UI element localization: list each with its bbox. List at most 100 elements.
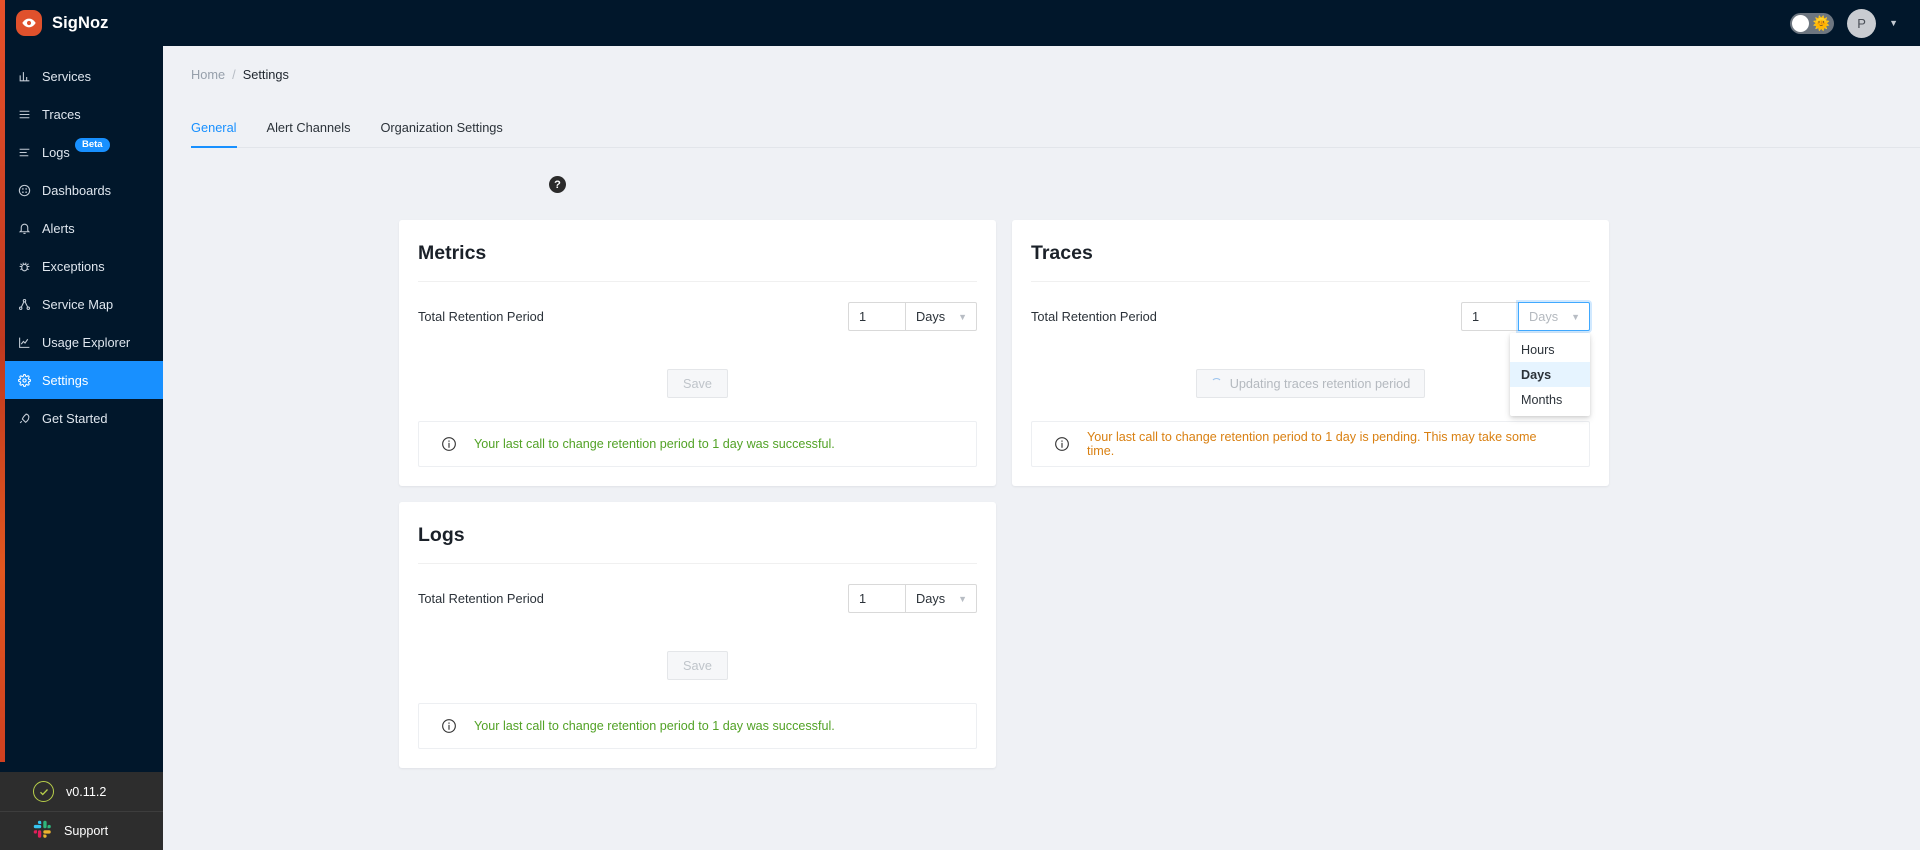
sun-icon: 🌞 xyxy=(1812,14,1831,31)
settings-tabs: General Alert Channels Organization Sett… xyxy=(191,120,1920,148)
sidebar-item-usage-explorer[interactable]: Usage Explorer xyxy=(0,323,163,361)
version-row[interactable]: v0.11.2 xyxy=(0,772,163,811)
bug-icon xyxy=(17,259,31,273)
retention-field-group: Days ▼ xyxy=(848,584,977,613)
retention-unit-dropdown: Hours Days Months xyxy=(1510,333,1590,416)
info-circle-icon xyxy=(441,436,457,452)
sidebar-item-exceptions[interactable]: Exceptions xyxy=(0,247,163,285)
brand-name: SigNoz xyxy=(52,13,109,32)
breadcrumb: Home / Settings xyxy=(163,46,1920,82)
chevron-down-icon: ▼ xyxy=(958,593,967,604)
retention-value-input[interactable] xyxy=(848,302,905,331)
log-lines-icon xyxy=(17,145,31,159)
alert-message: Your last call to change retention perio… xyxy=(474,437,835,451)
sidebar-item-alerts[interactable]: Alerts xyxy=(0,209,163,247)
card-title: Logs xyxy=(418,524,977,564)
chevron-down-icon[interactable]: ▼ xyxy=(1889,18,1898,28)
retention-unit-value: Days xyxy=(916,309,946,324)
left-accent-strip xyxy=(0,0,5,762)
retention-cards: Metrics Total Retention Period Days ▼ Sa… xyxy=(399,220,1609,768)
question-mark-icon[interactable]: ? xyxy=(549,176,566,193)
sidebar-item-dashboards[interactable]: Dashboards xyxy=(0,171,163,209)
theme-toggle[interactable]: 🌞 xyxy=(1790,12,1835,34)
sidebar-item-services[interactable]: Services xyxy=(0,57,163,95)
status-alert: Your last call to change retention perio… xyxy=(1031,421,1590,467)
brand[interactable]: SigNoz xyxy=(0,0,163,46)
sidebar-label: Exceptions xyxy=(42,258,105,274)
support-row[interactable]: Support xyxy=(0,811,163,850)
dropdown-option-hours[interactable]: Hours xyxy=(1510,337,1590,362)
avatar-initial: P xyxy=(1857,15,1866,31)
updating-button-label: Updating traces retention period xyxy=(1229,376,1411,391)
breadcrumb-current: Settings xyxy=(242,67,289,82)
retention-value-input[interactable] xyxy=(848,584,905,613)
status-alert: Your last call to change retention perio… xyxy=(418,421,977,467)
retention-value-input[interactable] xyxy=(1461,302,1518,331)
metrics-card: Metrics Total Retention Period Days ▼ Sa… xyxy=(399,220,996,486)
retention-field-group: Days ▼ Hours Days Months xyxy=(1461,302,1590,416)
slack-icon xyxy=(33,820,52,842)
tab-general[interactable]: General xyxy=(191,120,237,148)
save-button-row: Save xyxy=(418,651,977,680)
version-label: v0.11.2 xyxy=(66,784,107,799)
bell-icon xyxy=(17,221,31,235)
sidebar-label: Traces xyxy=(42,106,81,122)
tab-alert-channels[interactable]: Alert Channels xyxy=(267,120,351,147)
updating-button: Updating traces retention period xyxy=(1195,369,1426,398)
line-chart-icon xyxy=(17,335,31,349)
traces-card: Traces Total Retention Period Days ▼ Hou… xyxy=(1012,220,1609,486)
status-alert: Your last call to change retention perio… xyxy=(418,703,977,749)
sidebar-nav: Services Traces Logs Beta Dashboards Ale… xyxy=(0,57,163,437)
retention-unit-select[interactable]: Days ▼ xyxy=(1518,302,1590,331)
sidebar-item-traces[interactable]: Traces xyxy=(0,95,163,133)
retention-unit-select[interactable]: Days ▼ xyxy=(905,302,977,331)
tab-organization-settings[interactable]: Organization Settings xyxy=(380,120,502,147)
retention-label: Total Retention Period xyxy=(1031,309,1157,324)
breadcrumb-separator: / xyxy=(232,67,236,82)
sidebar-label: Logs xyxy=(42,144,70,160)
retention-row: Total Retention Period Days ▼ Hours Days… xyxy=(1031,302,1590,416)
rocket-icon xyxy=(17,411,31,425)
save-button[interactable]: Save xyxy=(667,651,728,680)
card-title: Metrics xyxy=(418,242,977,282)
alert-message: Your last call to change retention perio… xyxy=(1087,430,1537,458)
save-button-row: Save xyxy=(418,369,977,398)
sidebar-label: Settings xyxy=(42,372,89,388)
topbar: 🌞 P ▼ xyxy=(163,0,1920,46)
sidebar-item-settings[interactable]: Settings xyxy=(0,361,163,399)
dashboard-grid-icon xyxy=(17,183,31,197)
retention-field-group: Days ▼ xyxy=(848,302,977,331)
sidebar-item-get-started[interactable]: Get Started xyxy=(0,399,163,437)
sidebar-label: Alerts xyxy=(42,220,75,236)
alert-message: Your last call to change retention perio… xyxy=(474,719,835,733)
bar-chart-icon xyxy=(17,69,31,83)
chevron-down-icon: ▼ xyxy=(1571,311,1580,322)
main-content: Home / Settings General Alert Channels O… xyxy=(163,46,1920,850)
node-graph-icon xyxy=(17,297,31,311)
check-circle-icon xyxy=(33,781,54,802)
sidebar-item-service-map[interactable]: Service Map xyxy=(0,285,163,323)
dropdown-option-months[interactable]: Months xyxy=(1510,387,1590,412)
info-circle-icon xyxy=(441,718,457,734)
save-button[interactable]: Save xyxy=(667,369,728,398)
sidebar-label: Get Started xyxy=(42,410,108,426)
info-circle-icon xyxy=(1054,436,1070,452)
breadcrumb-home[interactable]: Home xyxy=(191,67,225,82)
eye-icon xyxy=(16,10,42,36)
retention-row: Total Retention Period Days ▼ xyxy=(418,302,977,331)
dropdown-option-days[interactable]: Days xyxy=(1510,362,1590,387)
sidebar: SigNoz Services Traces Logs Beta Dashboa… xyxy=(0,0,163,850)
retention-label: Total Retention Period xyxy=(418,309,544,324)
sidebar-item-logs[interactable]: Logs Beta xyxy=(0,133,163,171)
retention-unit-value: Days xyxy=(916,591,946,606)
retention-unit-select[interactable]: Days ▼ xyxy=(905,584,977,613)
sidebar-label: Service Map xyxy=(42,296,114,312)
retention-label: Total Retention Period xyxy=(418,591,544,606)
avatar[interactable]: P xyxy=(1847,8,1877,38)
menu-lines-icon xyxy=(17,107,31,121)
logs-card: Logs Total Retention Period Days ▼ Save xyxy=(399,502,996,768)
loading-spinner-icon xyxy=(1210,378,1222,389)
toggle-knob xyxy=(1792,14,1810,32)
support-label: Support xyxy=(64,824,109,838)
